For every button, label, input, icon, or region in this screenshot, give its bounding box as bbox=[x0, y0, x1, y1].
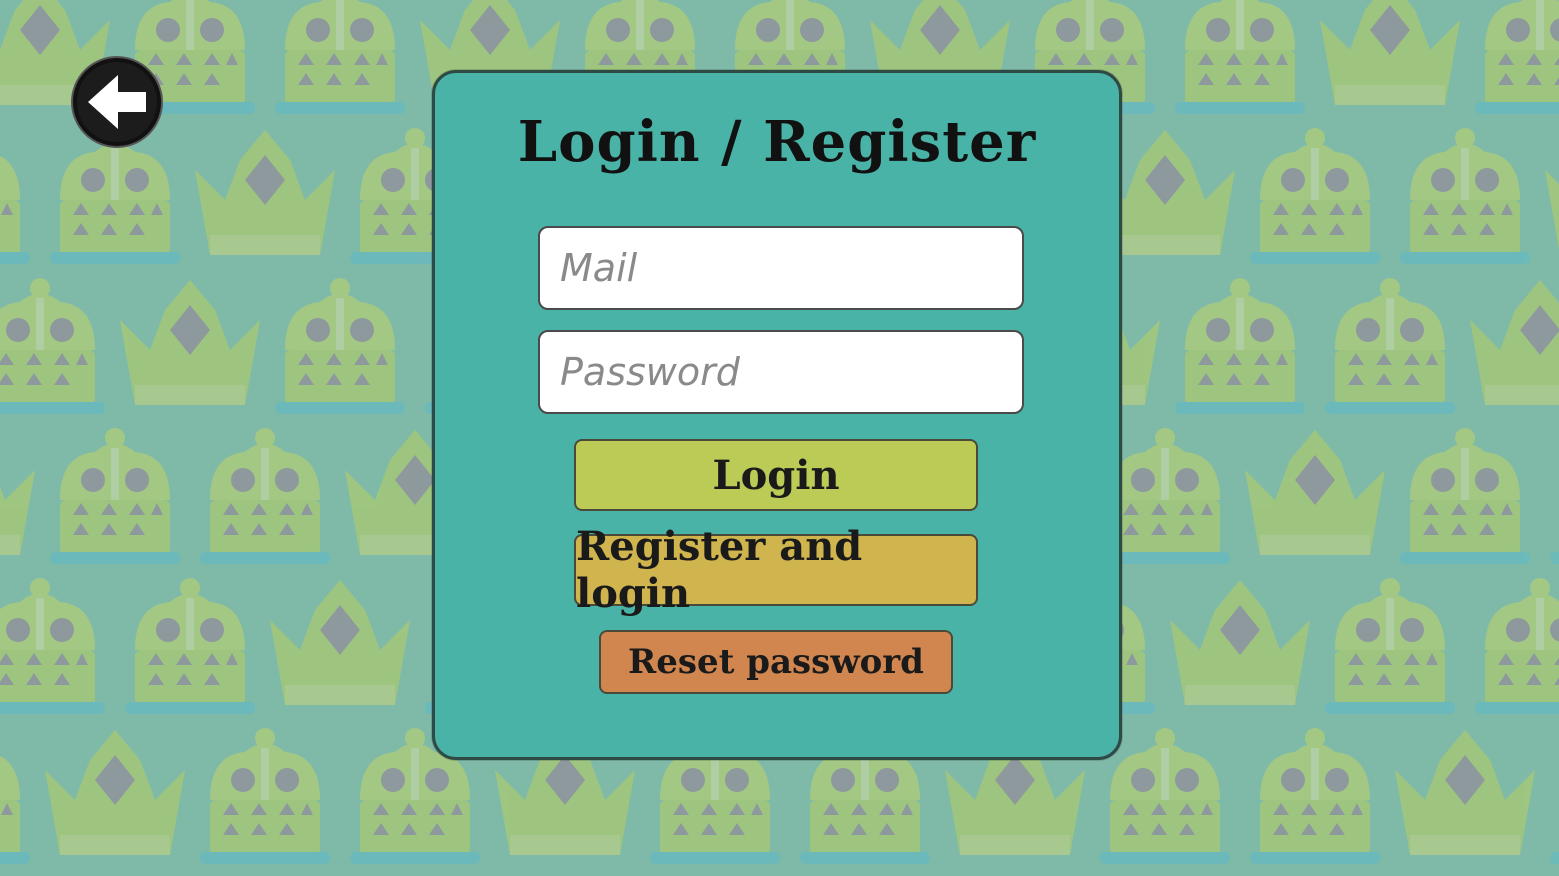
crown-tile bbox=[1325, 278, 1455, 414]
crown-tile bbox=[275, 0, 405, 114]
crown-tile bbox=[0, 128, 30, 264]
register-button-label: Register and login bbox=[576, 523, 863, 617]
crown-tile bbox=[1475, 0, 1559, 114]
crown-tile bbox=[1325, 578, 1455, 714]
crown-tile bbox=[1320, 0, 1460, 105]
crown-tile bbox=[0, 278, 105, 414]
crown-tile bbox=[120, 280, 260, 405]
crown-tile bbox=[275, 278, 405, 414]
page-title: Login / Register bbox=[517, 109, 1037, 175]
crown-tile bbox=[1250, 128, 1380, 264]
crown-tile bbox=[1245, 430, 1385, 555]
crown-tile bbox=[1395, 730, 1535, 855]
crown-tile bbox=[200, 728, 330, 864]
crown-tile bbox=[1550, 728, 1559, 864]
crown-tile bbox=[1100, 728, 1230, 864]
crown-tile bbox=[1475, 578, 1559, 714]
login-button[interactable]: Login bbox=[574, 439, 978, 511]
arrow-left-icon bbox=[71, 56, 163, 148]
mail-input[interactable] bbox=[538, 226, 1024, 310]
crown-tile bbox=[1400, 428, 1530, 564]
crown-tile bbox=[1175, 0, 1305, 114]
crown-tile bbox=[1170, 580, 1310, 705]
reset-password-button[interactable]: Reset password bbox=[599, 630, 953, 694]
crown-tile bbox=[125, 578, 255, 714]
crown-tile bbox=[1550, 428, 1559, 564]
crown-tile bbox=[195, 130, 335, 255]
reset-button-label: Reset password bbox=[628, 642, 924, 682]
crown-tile bbox=[45, 730, 185, 855]
crown-tile bbox=[1175, 278, 1305, 414]
crown-tile bbox=[1400, 128, 1530, 264]
password-input[interactable] bbox=[538, 330, 1024, 414]
crown-tile bbox=[270, 580, 410, 705]
crown-tile bbox=[0, 430, 35, 555]
crown-tile bbox=[0, 578, 105, 714]
crown-tile bbox=[1250, 728, 1380, 864]
crown-tile bbox=[200, 428, 330, 564]
crown-tile bbox=[50, 428, 180, 564]
login-panel: Login / Register Login Register and logi… bbox=[432, 70, 1122, 760]
register-and-login-button[interactable]: Register and login bbox=[574, 523, 978, 617]
back-button[interactable] bbox=[70, 55, 164, 149]
crown-tile bbox=[1470, 280, 1559, 405]
login-button-label: Login bbox=[712, 451, 840, 499]
crown-tile bbox=[0, 728, 30, 864]
crown-tile bbox=[1545, 130, 1559, 255]
